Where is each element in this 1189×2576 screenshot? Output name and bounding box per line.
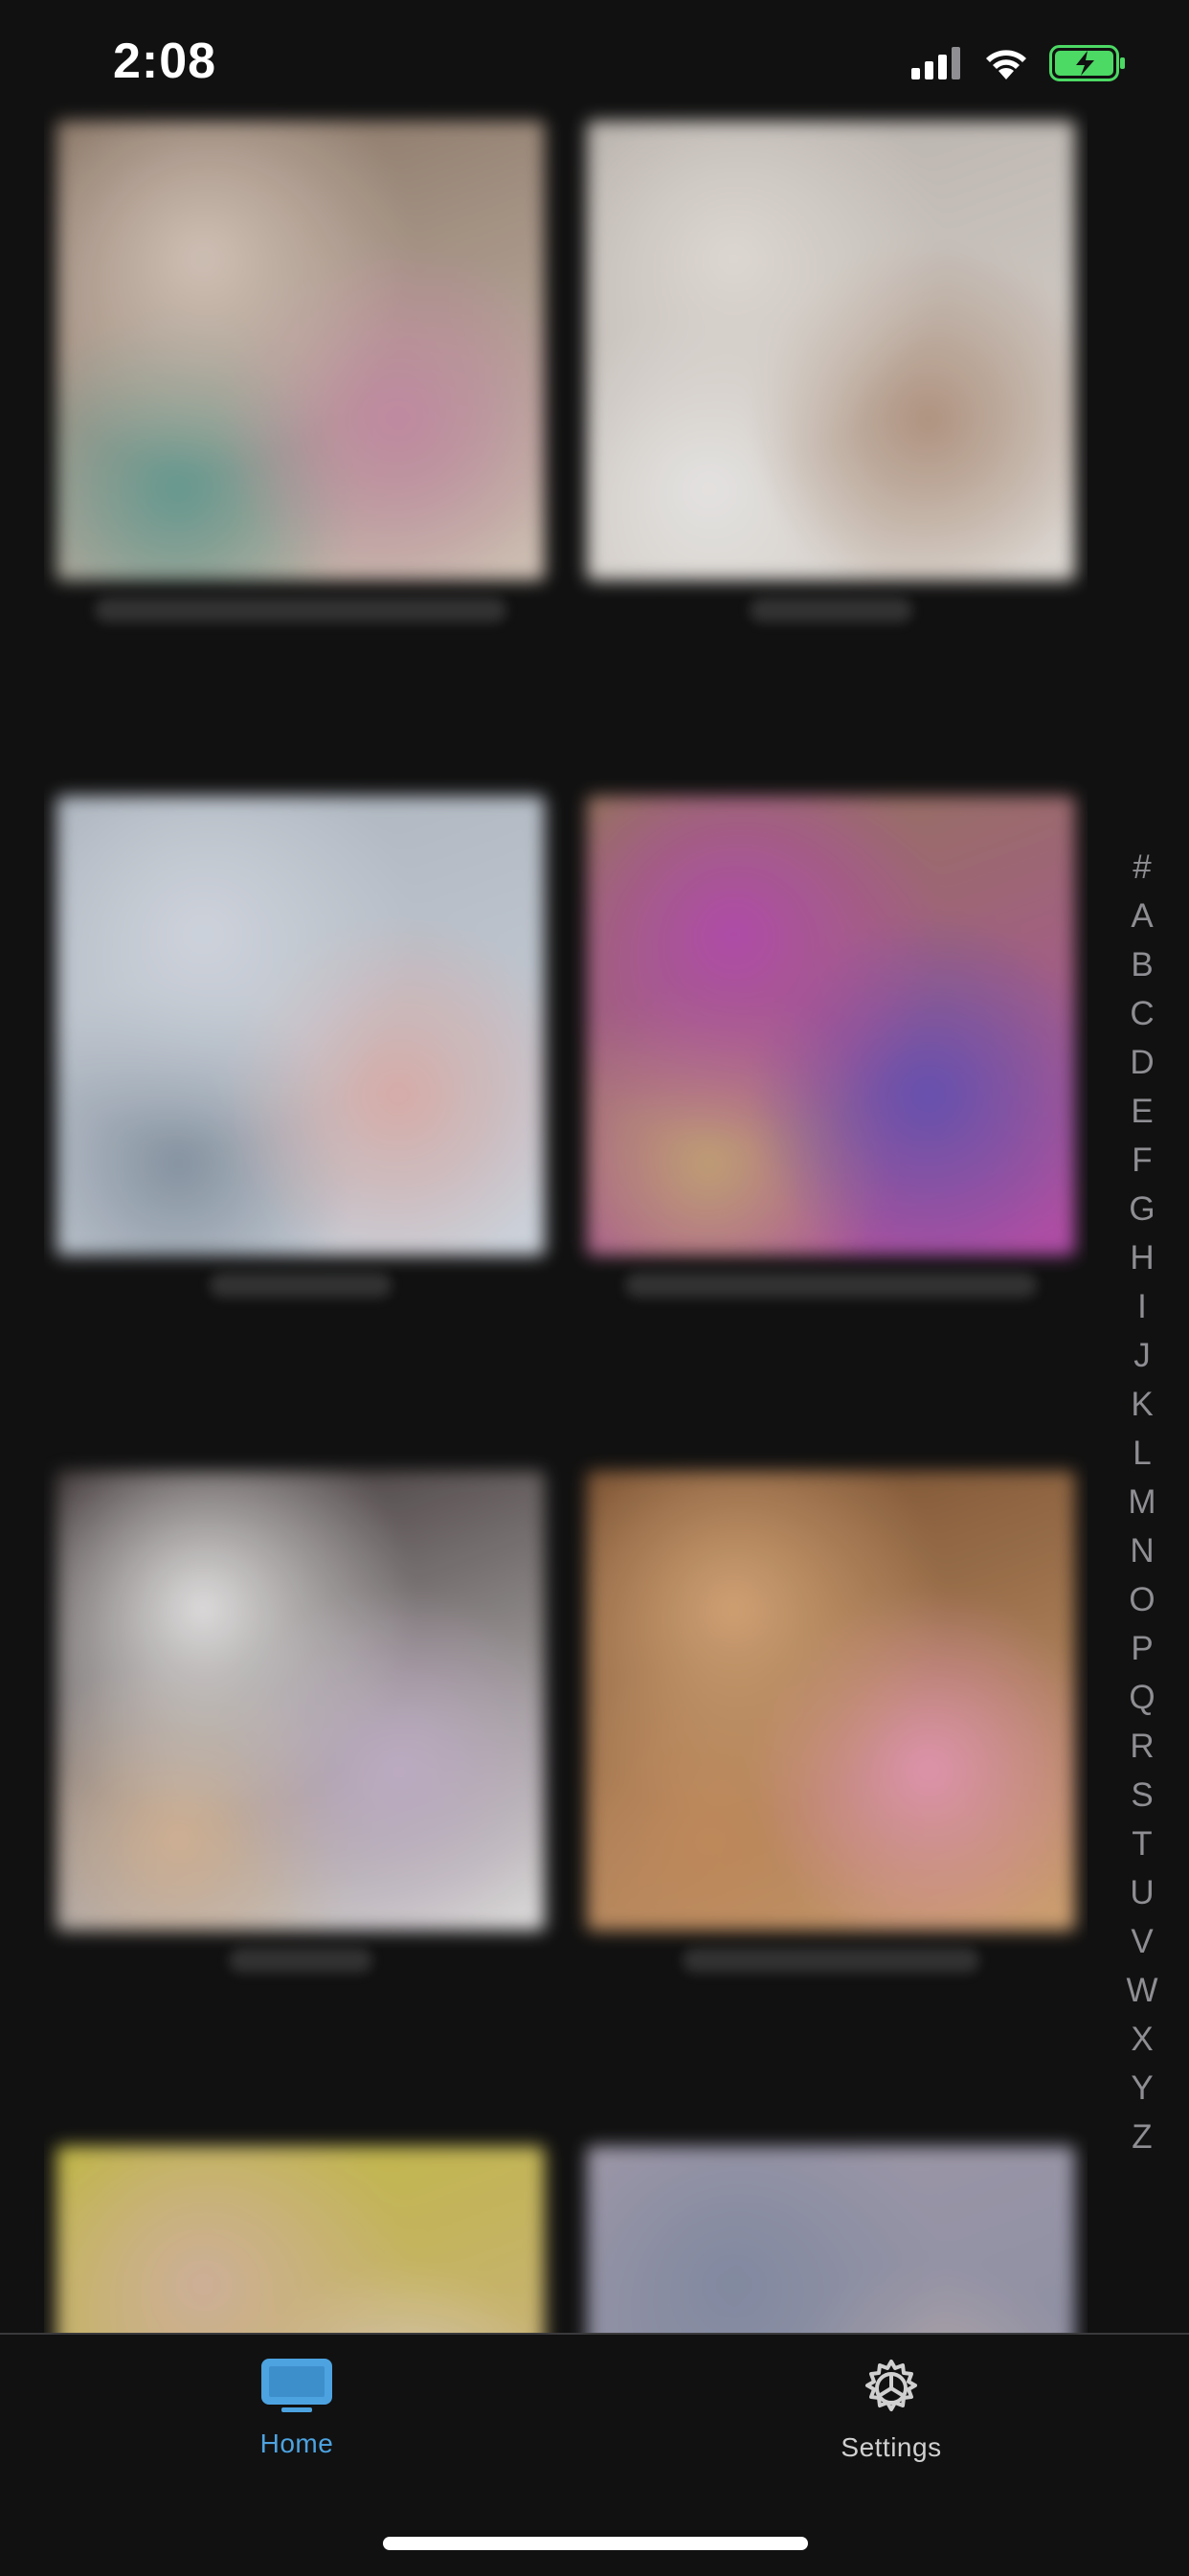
index-letter[interactable]: V (1131, 1917, 1153, 1966)
thumbnail-image (587, 1471, 1075, 1931)
grid-tile[interactable] (574, 796, 1088, 1298)
index-letter[interactable]: S (1131, 1771, 1153, 1819)
grid-tile[interactable] (44, 796, 557, 1298)
thumbnail-image (56, 2146, 545, 2361)
wifi-icon (986, 50, 1026, 79)
index-letter[interactable]: A (1131, 892, 1153, 940)
grid-tile[interactable] (574, 1471, 1088, 1973)
tab-home[interactable]: Home (182, 2358, 412, 2459)
index-letter[interactable]: C (1130, 989, 1154, 1038)
index-letter[interactable]: I (1137, 1282, 1147, 1331)
index-letter[interactable]: E (1131, 1087, 1153, 1136)
tab-settings-label: Settings (841, 2432, 942, 2462)
index-letter[interactable]: L (1133, 1429, 1151, 1478)
index-letter[interactable]: P (1131, 1624, 1153, 1673)
grid-tile[interactable] (44, 121, 557, 622)
index-letter[interactable]: K (1131, 1380, 1153, 1429)
tv-icon (261, 2359, 332, 2412)
status-icons (911, 42, 1126, 84)
thumbnail-caption (210, 1273, 392, 1298)
thumbnail-caption (229, 1948, 372, 1973)
index-letter[interactable]: M (1128, 1478, 1155, 1526)
thumbnail-image (56, 1471, 545, 1931)
index-letter[interactable]: H (1130, 1233, 1154, 1282)
index-letter[interactable]: W (1126, 1966, 1157, 2015)
index-letter[interactable]: G (1129, 1185, 1155, 1233)
alphabet-index[interactable]: # A B C D E F G H I J K L M N O P Q R S T U V W X Y Z (1109, 843, 1176, 2161)
index-letter[interactable]: F (1132, 1136, 1152, 1185)
thumbnail-caption (750, 598, 912, 622)
grid-tile[interactable] (44, 1471, 557, 1973)
index-letter[interactable]: Y (1131, 2064, 1153, 2113)
index-letter[interactable]: U (1130, 1868, 1154, 1917)
index-letter[interactable]: T (1132, 1819, 1152, 1868)
tab-home-label: Home (259, 2429, 334, 2458)
thumbnail-image (56, 796, 545, 1255)
content-grid[interactable] (44, 102, 1088, 2361)
grid-tile[interactable] (574, 121, 1088, 622)
index-letter[interactable]: R (1130, 1722, 1154, 1771)
index-letter[interactable]: # (1133, 843, 1151, 892)
index-letter[interactable]: Z (1132, 2113, 1152, 2161)
tab-settings[interactable]: Settings (776, 2358, 1006, 2463)
gear-icon (865, 2360, 917, 2411)
thumbnail-image (56, 121, 545, 580)
index-letter[interactable]: O (1129, 1575, 1155, 1624)
index-letter[interactable]: X (1131, 2015, 1153, 2064)
index-letter[interactable]: Q (1129, 1673, 1155, 1722)
battery-charging-icon (1049, 45, 1125, 81)
grid-tile[interactable] (44, 2146, 557, 2361)
grid-tile[interactable] (574, 2146, 1088, 2361)
index-letter[interactable]: J (1133, 1331, 1151, 1380)
thumbnail-caption (683, 1948, 979, 1973)
thumbnail-image (587, 121, 1075, 580)
thumbnail-caption (625, 1273, 1037, 1298)
home-indicator[interactable] (383, 2537, 808, 2550)
index-letter[interactable]: N (1130, 1526, 1154, 1575)
thumbnail-image (587, 2146, 1075, 2361)
index-letter[interactable]: B (1131, 940, 1153, 989)
status-bar: 2:08 (0, 0, 1189, 115)
thumbnail-caption (95, 598, 506, 622)
status-time: 2:08 (113, 34, 217, 89)
cellular-signal-icon (911, 47, 960, 79)
index-letter[interactable]: D (1130, 1038, 1154, 1087)
thumbnail-image (587, 796, 1075, 1255)
